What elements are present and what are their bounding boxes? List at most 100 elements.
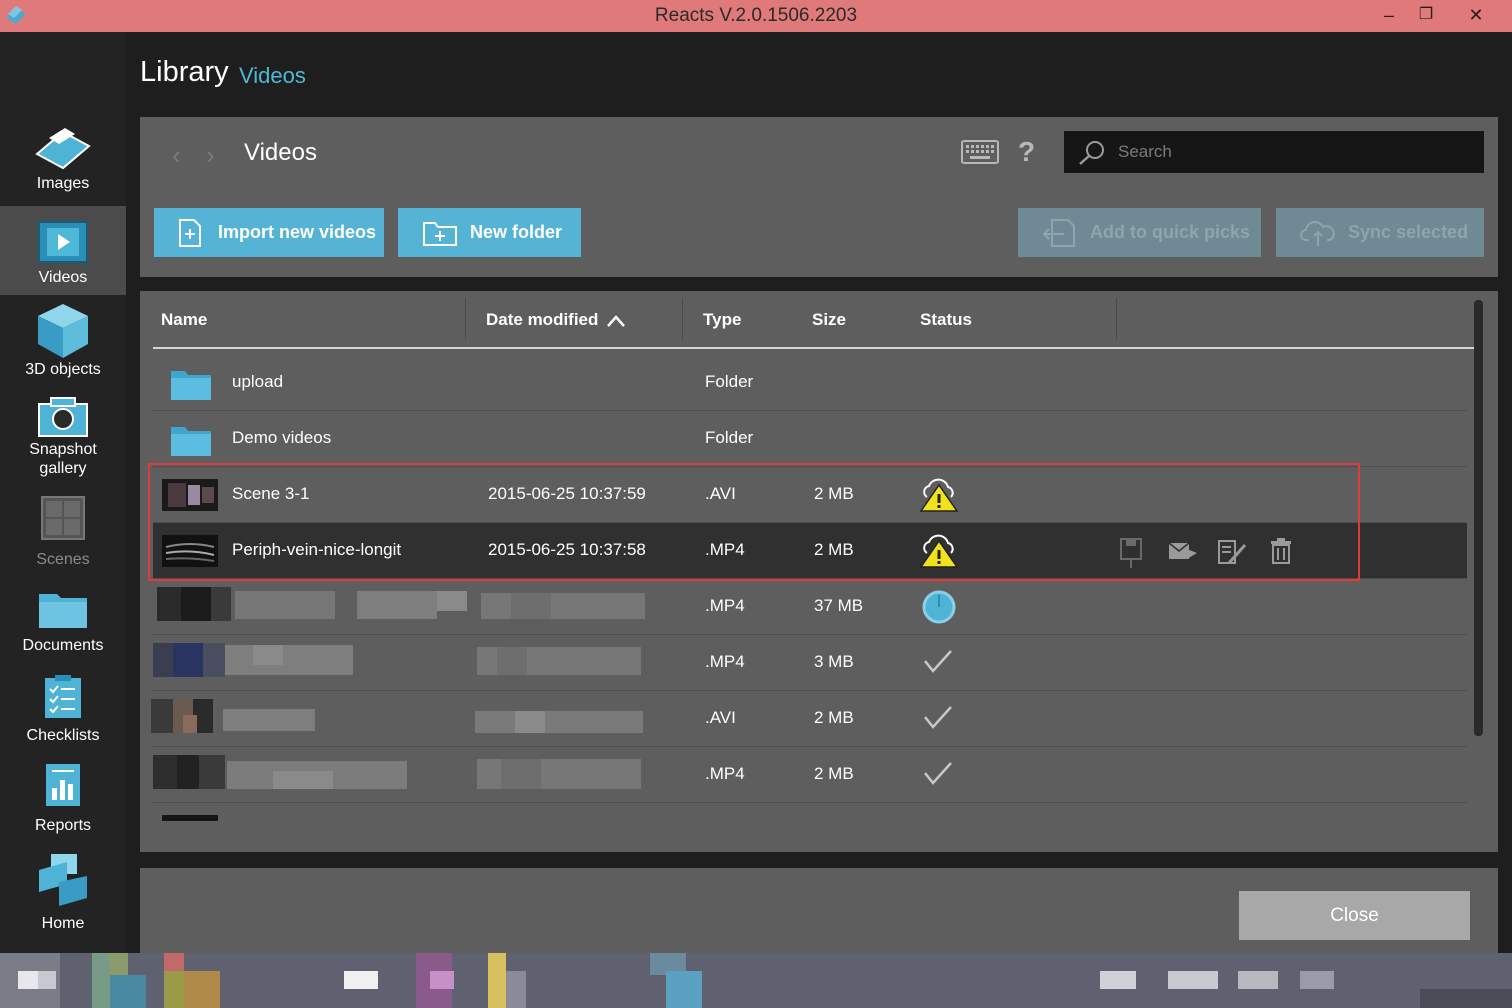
file-type: Folder <box>705 428 754 447</box>
sidebar-item-snapshot-gallery[interactable]: Snapshot gallery <box>0 396 126 484</box>
cube-icon <box>38 304 88 358</box>
minimize-button[interactable]: – <box>1371 0 1407 32</box>
sidebar-item-images[interactable]: Images <box>0 124 126 206</box>
file-type: .MP4 <box>705 596 745 615</box>
table-row[interactable]: .MP4 2 MB <box>153 747 1467 803</box>
column-header-size[interactable]: Size <box>812 310 846 330</box>
close-button[interactable]: Close <box>1239 891 1470 940</box>
import-videos-label: Import new videos <box>218 222 377 242</box>
file-name: Demo videos <box>232 428 332 447</box>
new-folder-button[interactable]: New folder <box>398 208 581 257</box>
check-icon <box>924 706 952 729</box>
new-folder-label: New folder <box>470 222 563 242</box>
folder-icon <box>171 371 211 400</box>
file-size: 37 MB <box>814 596 864 615</box>
page-title: Library <box>140 56 229 88</box>
file-type: .MP4 <box>705 652 745 671</box>
quick-picks-icon <box>1042 218 1075 247</box>
help-icon[interactable]: ? <box>1018 136 1035 168</box>
blurred-date <box>477 647 641 675</box>
column-header-date[interactable]: Date modified <box>486 310 598 330</box>
blurred-thumbnail <box>151 699 315 733</box>
search-box[interactable] <box>1064 131 1484 173</box>
check-icon <box>924 650 952 673</box>
window-title: Reacts V.2.0.1506.2203 <box>654 5 858 26</box>
sidebar-item-label: Documents <box>22 637 104 654</box>
file-type: .AVI <box>705 708 736 727</box>
title-bar: Reacts V.2.0.1506.2203 – ❐ ✕ <box>0 0 1512 32</box>
keyboard-icon[interactable] <box>961 140 999 164</box>
taskbar <box>0 953 1512 1008</box>
table-row[interactable]: Demo videos Folder <box>153 411 1467 467</box>
home-icon <box>39 854 87 906</box>
cloud-upload-icon <box>1300 220 1335 246</box>
sidebar-item-documents[interactable]: Documents <box>0 588 126 658</box>
add-to-quick-picks-button[interactable]: Add to quick picks <box>1018 208 1261 257</box>
column-divider[interactable] <box>465 298 466 340</box>
sidebar-item-label: Reports <box>34 817 92 834</box>
sync-progress-icon <box>922 590 956 624</box>
checklist-icon <box>45 675 81 718</box>
sidebar-item-3d-objects[interactable]: 3D objects <box>0 302 126 384</box>
blurred-thumbnail <box>153 643 353 677</box>
table-row[interactable]: .MP4 37 MB <box>153 579 1467 635</box>
scrollbar[interactable] <box>1474 300 1483 736</box>
camera-icon <box>38 397 88 437</box>
search-icon <box>1079 141 1104 165</box>
table-row[interactable]: upload Folder <box>153 355 1467 411</box>
blurred-date <box>475 711 643 733</box>
column-divider[interactable] <box>682 298 683 340</box>
sidebar-item-home[interactable]: Home <box>0 852 126 934</box>
file-size: 2 MB <box>814 764 854 783</box>
partial-thumbnail <box>162 815 218 821</box>
blurred-date <box>481 593 645 619</box>
back-button[interactable]: ‹ <box>172 140 181 171</box>
sidebar-item-label: Scenes <box>36 551 90 568</box>
file-size: 3 MB <box>814 652 854 671</box>
file-name: upload <box>232 372 284 391</box>
file-type: Folder <box>705 372 754 391</box>
sidebar-item-scenes[interactable]: Scenes <box>0 496 126 568</box>
report-icon <box>46 764 80 806</box>
column-divider[interactable] <box>1116 298 1117 340</box>
blurred-thumbnail <box>157 587 467 621</box>
sidebar-item-reports[interactable]: Reports <box>0 762 126 834</box>
sidebar-item-label: Videos <box>38 269 88 286</box>
file-size: 2 MB <box>814 708 854 727</box>
list-bottom-padding <box>140 822 1498 852</box>
blurred-thumbnail <box>153 755 407 789</box>
column-header-type[interactable]: Type <box>703 310 741 330</box>
column-header-status[interactable]: Status <box>920 310 972 330</box>
quick-picks-label: Add to quick picks <box>1090 222 1251 242</box>
search-input[interactable] <box>1118 131 1468 173</box>
sidebar-item-label: Images <box>36 175 90 192</box>
add-folder-icon <box>423 221 457 246</box>
column-header-name[interactable]: Name <box>161 310 207 330</box>
videos-icon <box>38 221 88 263</box>
file-type: .MP4 <box>705 764 745 783</box>
check-icon <box>924 762 952 785</box>
table-row[interactable]: .MP4 3 MB <box>153 635 1467 691</box>
sync-selected-button[interactable]: Sync selected <box>1276 208 1484 257</box>
sidebar-item-label: Home <box>41 915 85 932</box>
selection-highlight <box>148 463 1360 581</box>
sidebar-item-label-2: gallery <box>39 460 87 477</box>
sidebar-item-checklists[interactable]: Checklists <box>0 674 126 746</box>
sort-ascending-icon[interactable] <box>606 314 626 328</box>
table-row[interactable]: .AVI 2 MB <box>151 691 1467 747</box>
folder-icon <box>171 427 211 456</box>
blurred-date <box>477 759 641 789</box>
close-window-button[interactable]: ✕ <box>1458 0 1494 32</box>
restore-button[interactable]: ❐ <box>1408 0 1444 32</box>
header-divider <box>153 347 1477 349</box>
import-videos-button[interactable]: Import new videos <box>154 208 384 257</box>
scenes-icon <box>41 496 85 540</box>
sidebar-item-videos[interactable]: Videos <box>0 206 126 295</box>
forward-button[interactable]: › <box>206 140 215 171</box>
sync-selected-label: Sync selected <box>1348 222 1469 242</box>
add-file-icon <box>179 218 201 247</box>
sidebar-item-label: Snapshot <box>29 441 97 458</box>
sidebar-item-label: Checklists <box>26 727 100 744</box>
page-subtitle: Videos <box>239 63 306 88</box>
breadcrumb: Videos <box>244 139 317 166</box>
